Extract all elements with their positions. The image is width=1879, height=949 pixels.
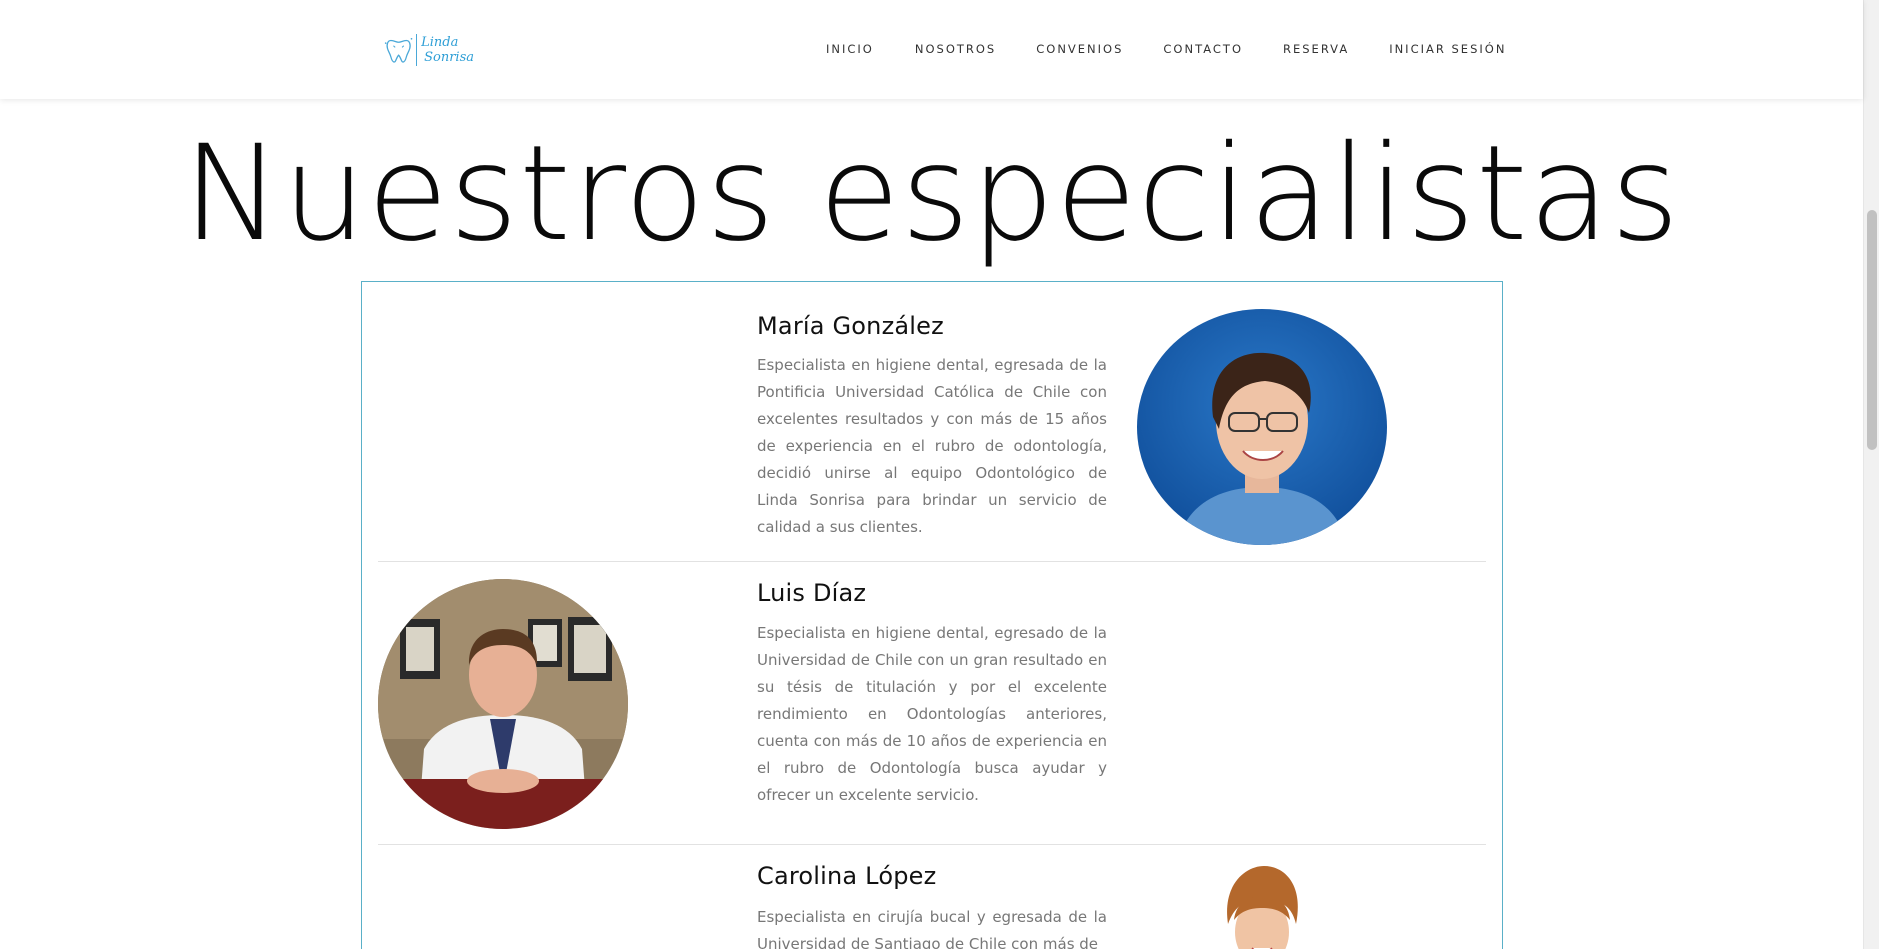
logo[interactable]: Linda Sonrisa — [384, 30, 474, 70]
nav-item-iniciar-sesion[interactable]: INICIAR SESIÓN — [1389, 42, 1506, 56]
main-nav: INICIO NOSOTROS CONVENIOS CONTACTO RESER… — [826, 42, 1506, 56]
specialist-photo — [378, 579, 628, 829]
logo-wordmark: Linda Sonrisa — [421, 35, 474, 65]
specialist-photo — [1137, 309, 1387, 545]
nav-item-inicio[interactable]: INICIO — [826, 42, 874, 56]
specialist-name: María González — [757, 312, 944, 340]
nav-item-contacto[interactable]: CONTACTO — [1163, 42, 1243, 56]
logo-line-1: Linda — [421, 35, 459, 50]
row-divider — [378, 844, 1486, 845]
specialists-panel: María González Especialista en higiene d… — [361, 281, 1503, 949]
nav-item-convenios[interactable]: CONVENIOS — [1036, 42, 1123, 56]
site-header: Linda Sonrisa INICIO NOSOTROS CONVENIOS … — [0, 0, 1863, 99]
nav-item-nosotros[interactable]: NOSOTROS — [915, 42, 996, 56]
logo-divider — [416, 34, 418, 66]
specialist-photo — [1212, 862, 1312, 949]
page-title: Nuestros especialistas — [182, 117, 1681, 271]
portrait-man-icon — [378, 579, 628, 829]
tooth-logo-icon — [384, 37, 413, 63]
logo-line-2: Sonrisa — [424, 50, 474, 65]
specialist-description: Especialista en cirujía bucal y egresada… — [757, 908, 1107, 949]
specialist-name: Carolina López — [757, 862, 937, 890]
specialist-description: Especialista en higiene dental, egresada… — [757, 356, 1107, 536]
row-divider — [378, 561, 1486, 562]
specialist-name: Luis Díaz — [757, 579, 867, 607]
nav-item-reserva[interactable]: RESERVA — [1283, 42, 1349, 56]
portrait-woman-icon — [1212, 862, 1312, 949]
scrollbar-thumb[interactable] — [1867, 210, 1877, 450]
page-scrollbar[interactable] — [1863, 0, 1879, 949]
specialist-description: Especialista en higiene dental, egresado… — [757, 624, 1107, 804]
portrait-woman-icon — [1137, 309, 1387, 545]
